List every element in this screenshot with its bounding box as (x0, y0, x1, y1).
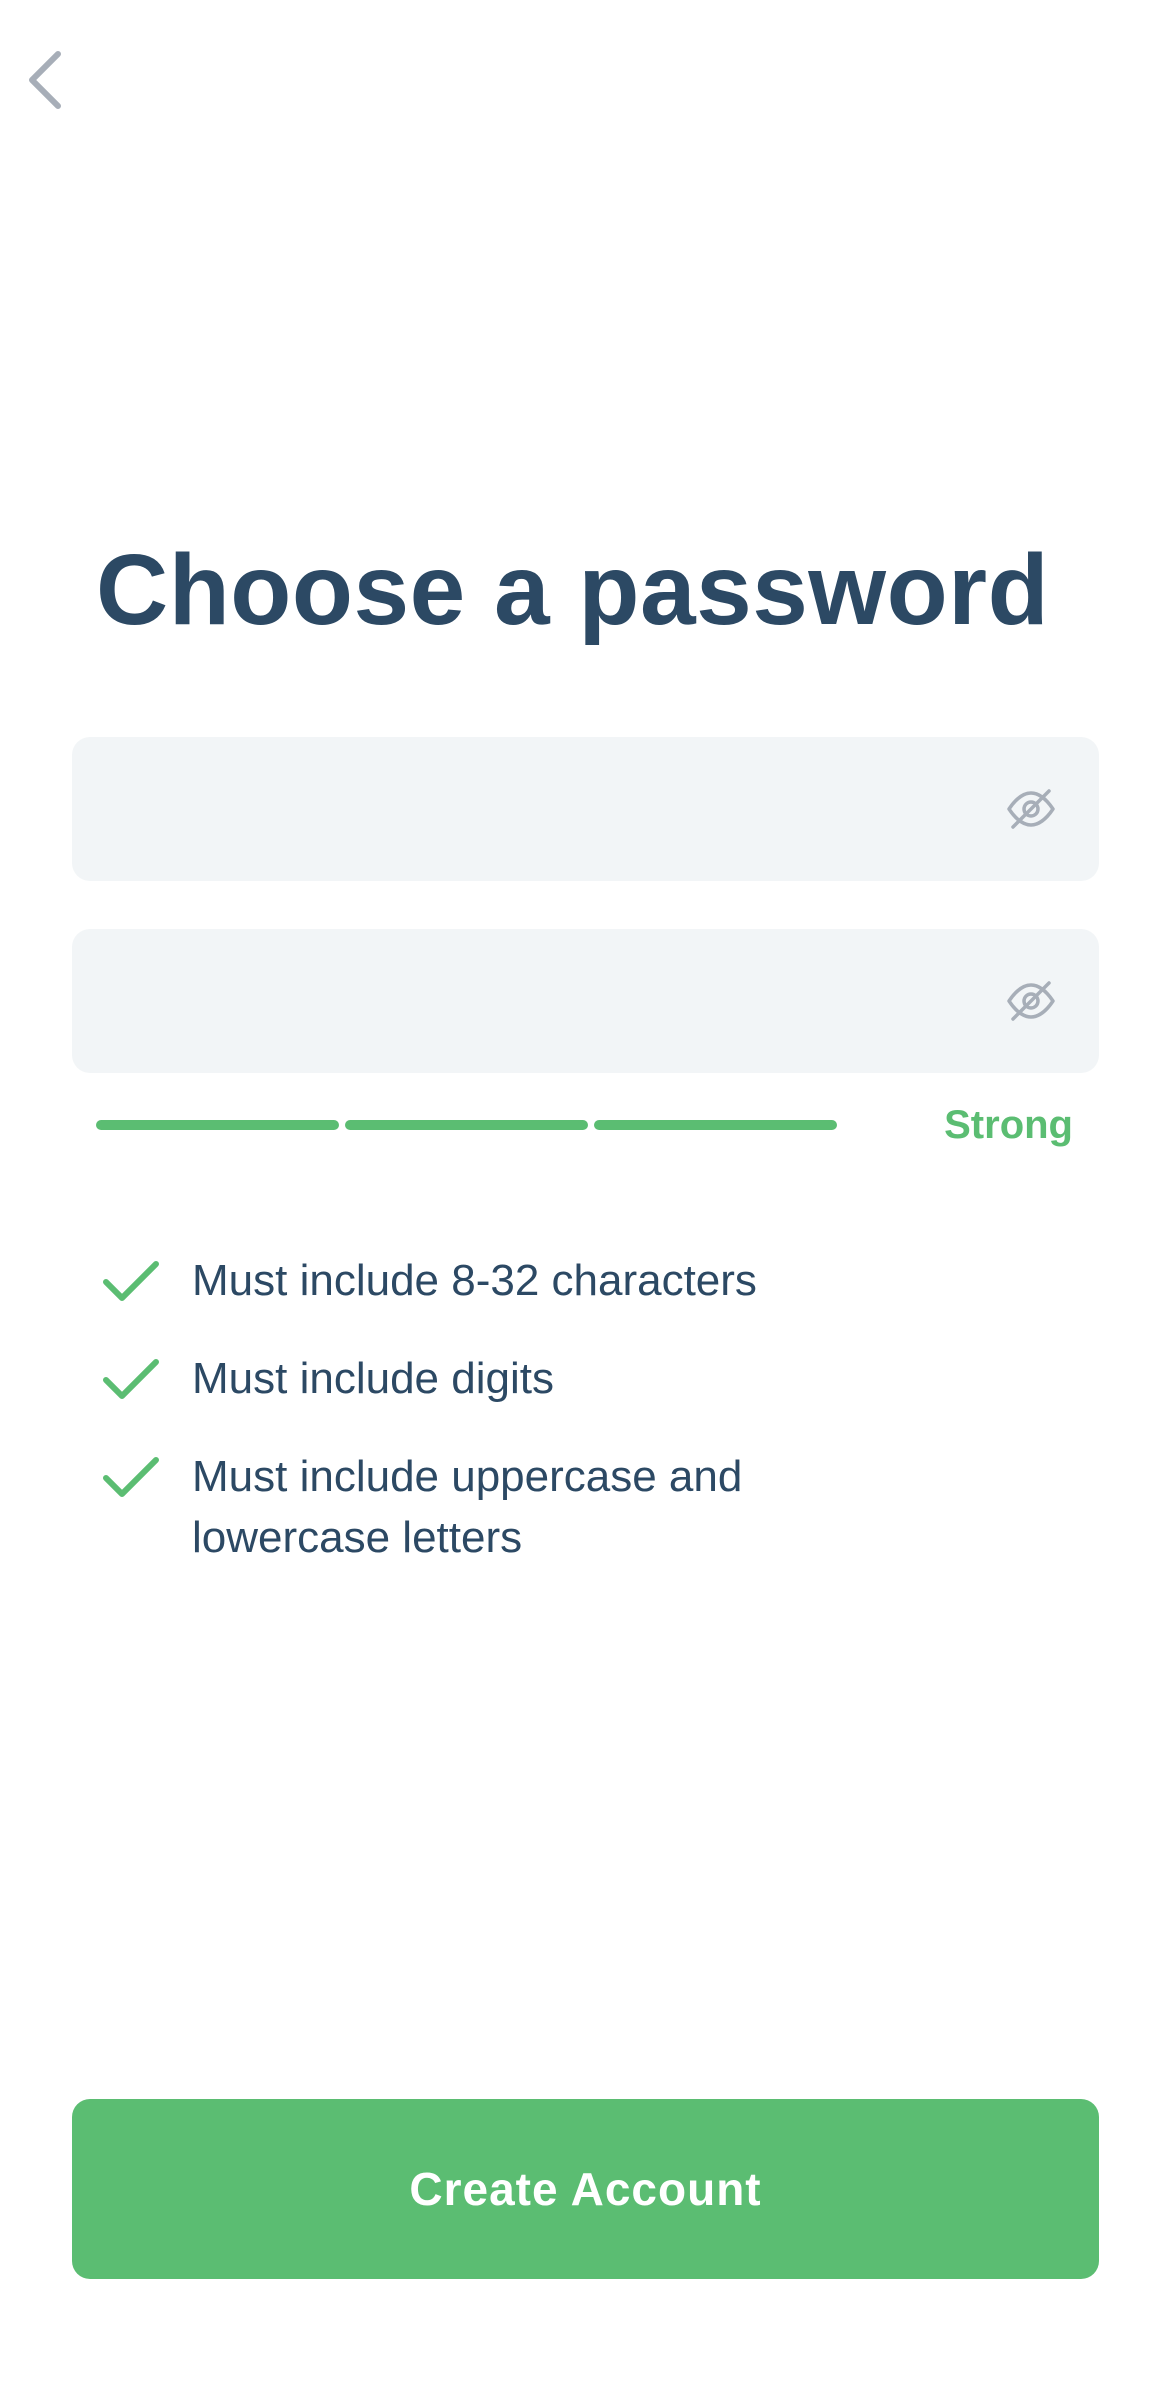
checkmark-icon (103, 1457, 159, 1497)
eye-off-icon (1007, 789, 1055, 829)
show-password-toggle[interactable] (987, 765, 1075, 853)
password-input[interactable] (72, 737, 987, 881)
requirement-text: Must include uppercase and lowercase let… (192, 1452, 743, 1562)
eye-off-icon (1007, 981, 1055, 1021)
confirm-password-input[interactable] (72, 929, 987, 1073)
requirement-item: Must include 8-32 characters (96, 1250, 996, 1311)
confirm-password-field[interactable] (72, 929, 1099, 1073)
password-requirements-list: Must include 8-32 characters Must includ… (96, 1250, 996, 1605)
password-field[interactable] (72, 737, 1099, 881)
create-account-button[interactable]: Create Account (72, 2099, 1099, 2279)
chevron-left-icon (29, 51, 61, 109)
strength-segment-3 (594, 1120, 837, 1130)
checkmark-icon (103, 1261, 159, 1301)
requirement-item: Must include uppercase and lowercase let… (96, 1446, 996, 1568)
back-button[interactable] (14, 38, 74, 122)
strength-segment-2 (345, 1120, 588, 1130)
checkmark-icon (103, 1359, 159, 1399)
show-confirm-password-toggle[interactable] (987, 957, 1075, 1045)
strength-label: Strong (944, 1103, 1073, 1147)
password-strength-meter: Strong (96, 1095, 1076, 1155)
requirement-item: Must include digits (96, 1348, 996, 1409)
strength-segment-1 (96, 1120, 339, 1130)
page-title: Choose a password (96, 534, 1050, 646)
requirement-text: Must include 8-32 characters (192, 1256, 757, 1305)
requirement-text: Must include digits (192, 1354, 554, 1403)
